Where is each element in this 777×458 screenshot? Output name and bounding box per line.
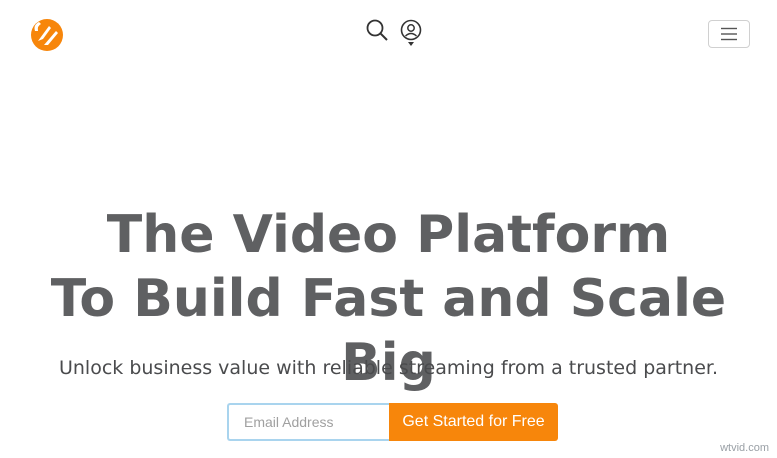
watermark: wtvid.com <box>720 442 769 454</box>
search-icon[interactable] <box>364 18 390 48</box>
site-header <box>0 0 777 70</box>
hero-subtitle: Unlock business value with reliable stre… <box>58 357 719 379</box>
user-account-icon[interactable] <box>398 18 424 48</box>
signup-form: Get Started for Free <box>227 403 558 441</box>
get-started-button[interactable]: Get Started for Free <box>389 403 558 441</box>
hero-title-line-1: The Video Platform <box>106 205 671 265</box>
hamburger-menu-button[interactable] <box>708 20 750 48</box>
header-icon-group <box>364 18 424 48</box>
logo-icon[interactable] <box>29 17 65 53</box>
email-field[interactable] <box>227 403 389 441</box>
hamburger-menu-icon <box>721 27 737 41</box>
